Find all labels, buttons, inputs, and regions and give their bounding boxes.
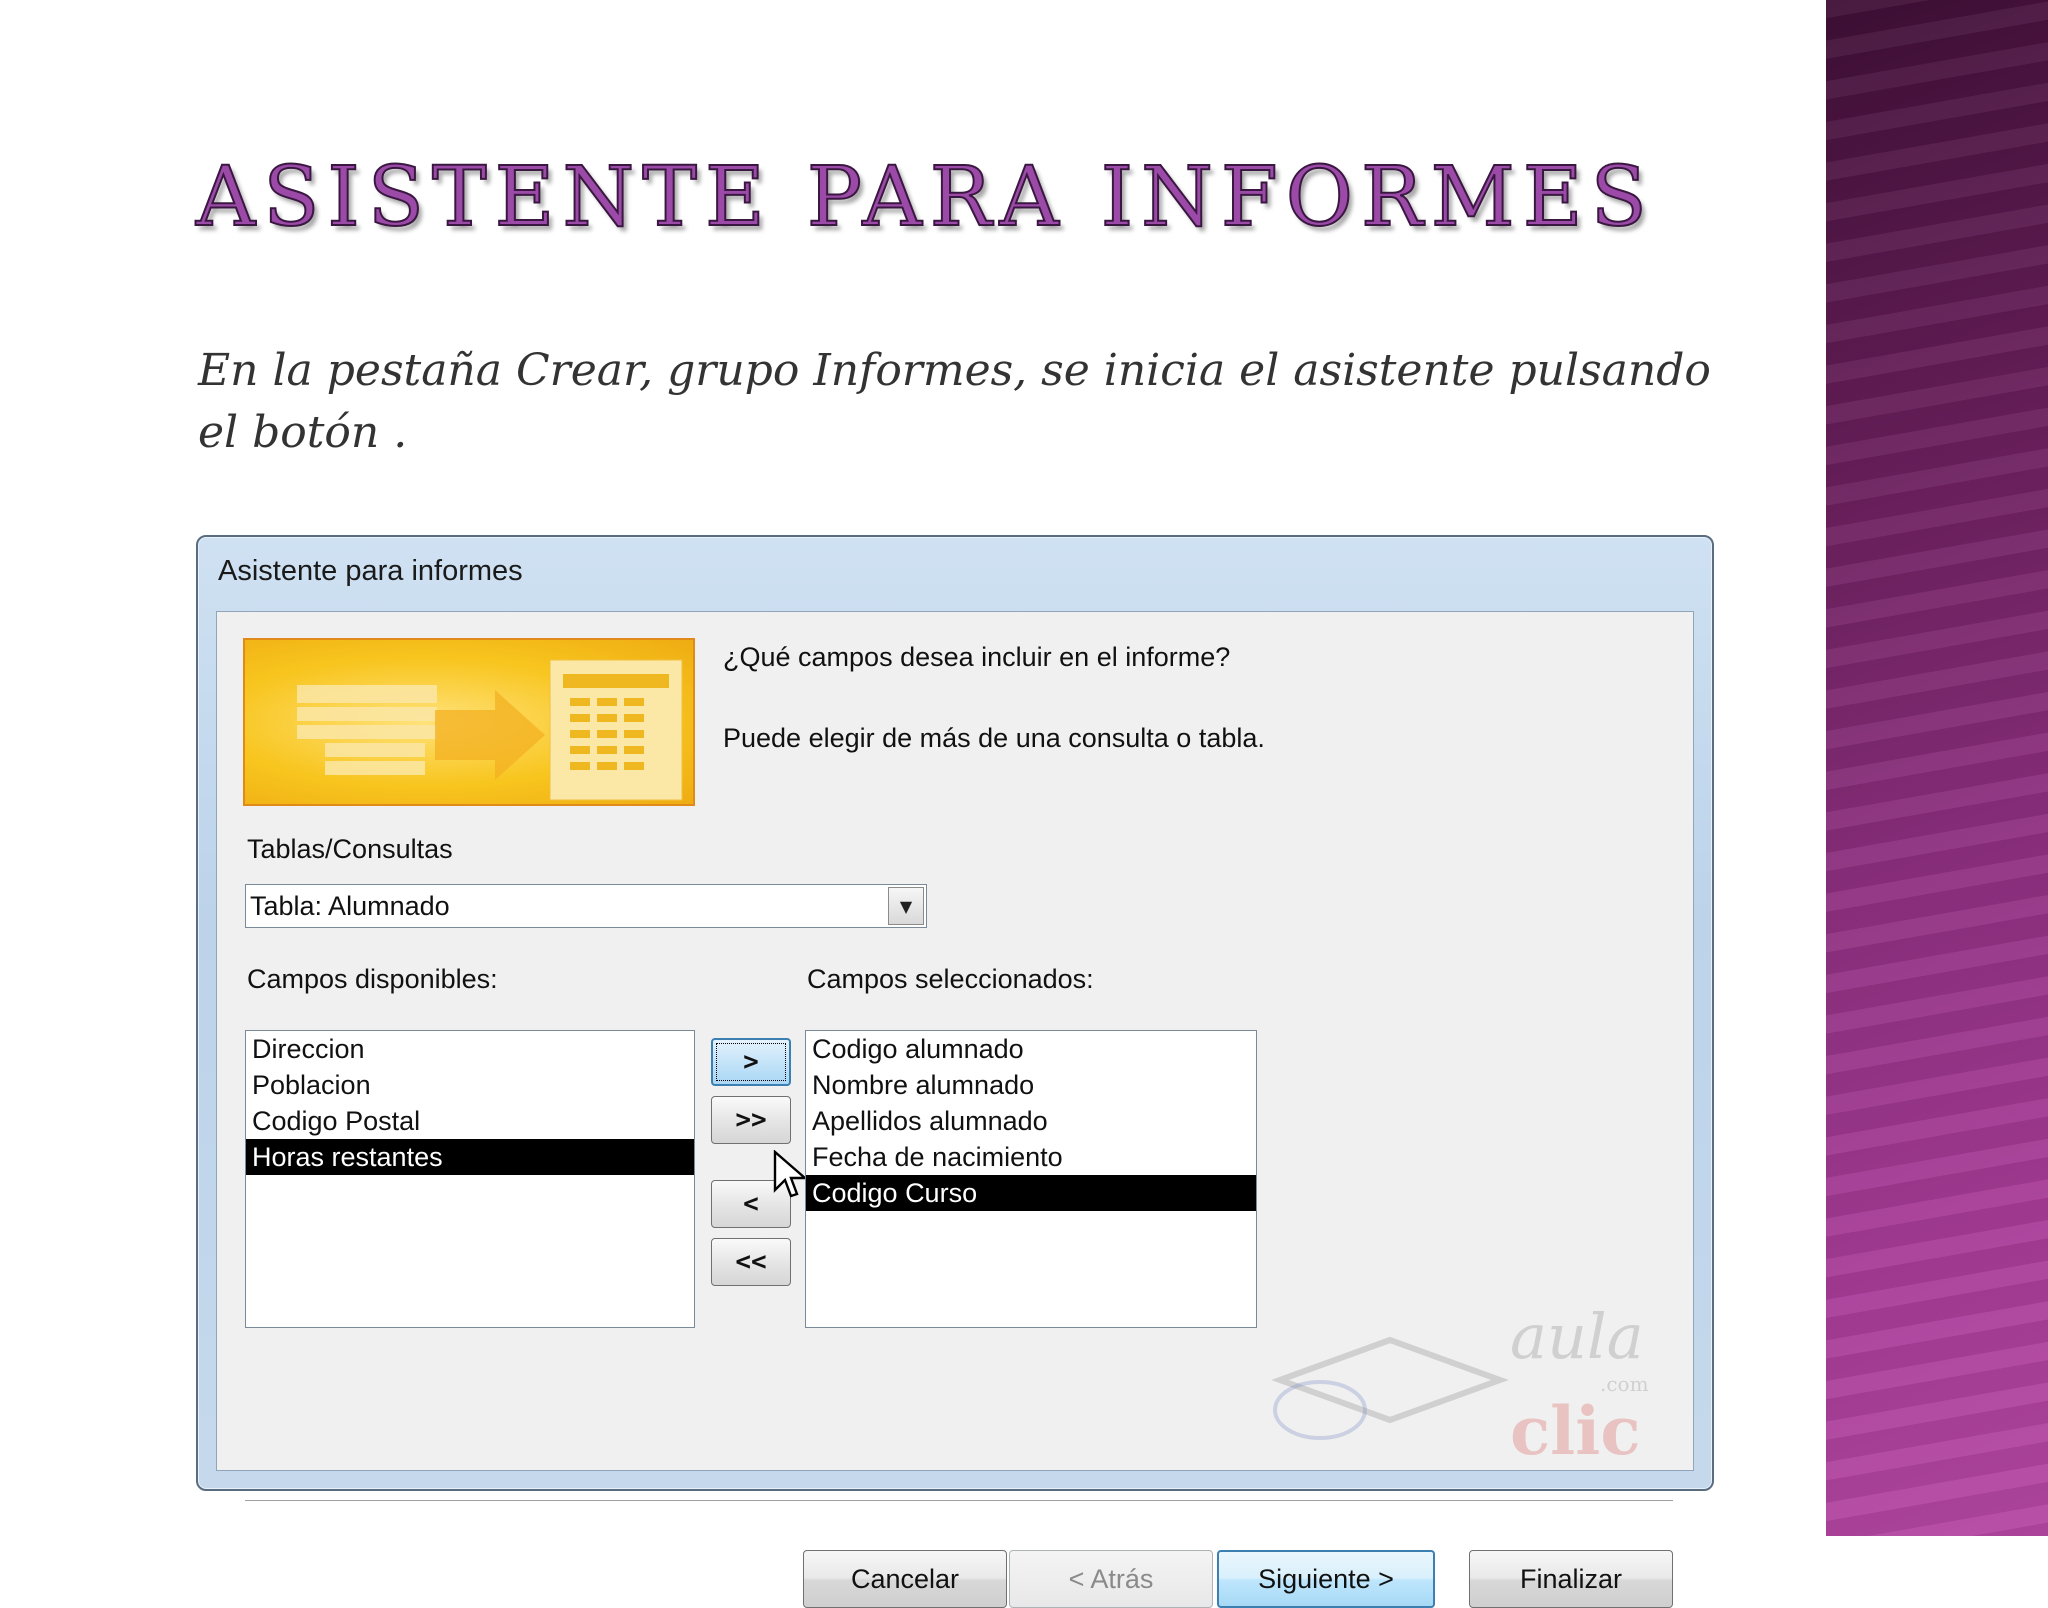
wizard-banner-image xyxy=(243,638,695,806)
report-wizard-illustration-icon xyxy=(297,659,683,801)
report-wizard-dialog: Asistente para informes ¿Qué campos dese… xyxy=(196,535,1714,1608)
back-button[interactable]: < Atrás xyxy=(1009,1550,1213,1608)
chevron-down-icon[interactable]: ▼ xyxy=(888,887,924,925)
list-item[interactable]: Fecha de nacimiento xyxy=(806,1139,1256,1175)
list-item[interactable]: Apellidos alumnado xyxy=(806,1103,1256,1139)
slide-side-band xyxy=(1826,0,2048,1536)
list-item[interactable]: Codigo Postal xyxy=(246,1103,694,1139)
slide-body-text: En la pestaña Crear, grupo Informes, se … xyxy=(198,345,1711,458)
remove-all-fields-button[interactable]: << xyxy=(711,1238,791,1286)
dialog-client-area: ¿Qué campos desea incluir en el informe?… xyxy=(216,611,1694,1608)
wizard-question: ¿Qué campos desea incluir en el informe? xyxy=(723,642,1231,672)
dialog-title: Asistente para informes xyxy=(218,555,523,587)
add-all-fields-button[interactable]: >> xyxy=(711,1096,791,1144)
available-fields-list[interactable]: Direccion Poblacion Codigo Postal Horas … xyxy=(245,1030,695,1328)
next-button[interactable]: Siguiente > xyxy=(1217,1550,1435,1608)
add-field-button[interactable]: > xyxy=(711,1038,791,1086)
tables-queries-combobox[interactable]: Tabla: Alumnado ▼ xyxy=(245,884,927,928)
finish-button[interactable]: Finalizar xyxy=(1469,1550,1673,1608)
wizard-hint: Puede elegir de más de una consulta o ta… xyxy=(723,723,1265,753)
list-item[interactable]: Poblacion xyxy=(246,1067,694,1103)
list-item[interactable]: Horas restantes xyxy=(246,1139,694,1175)
list-item[interactable]: Codigo alumnado xyxy=(806,1031,1256,1067)
list-item[interactable]: Codigo Curso xyxy=(806,1175,1256,1211)
list-item[interactable]: Nombre alumnado xyxy=(806,1067,1256,1103)
selected-fields-list[interactable]: Codigo alumnado Nombre alumnado Apellido… xyxy=(805,1030,1257,1328)
footer-separator xyxy=(245,1500,1673,1502)
cancel-button[interactable]: Cancelar xyxy=(803,1550,1007,1608)
tables-queries-label: Tablas/Consultas xyxy=(247,834,453,864)
list-item[interactable]: Direccion xyxy=(246,1031,694,1067)
tables-queries-value: Tabla: Alumnado xyxy=(250,891,450,921)
slide-title: Asistente para informes xyxy=(195,149,1655,246)
available-fields-label: Campos disponibles: xyxy=(247,964,498,994)
selected-fields-label: Campos seleccionados: xyxy=(807,964,1094,994)
